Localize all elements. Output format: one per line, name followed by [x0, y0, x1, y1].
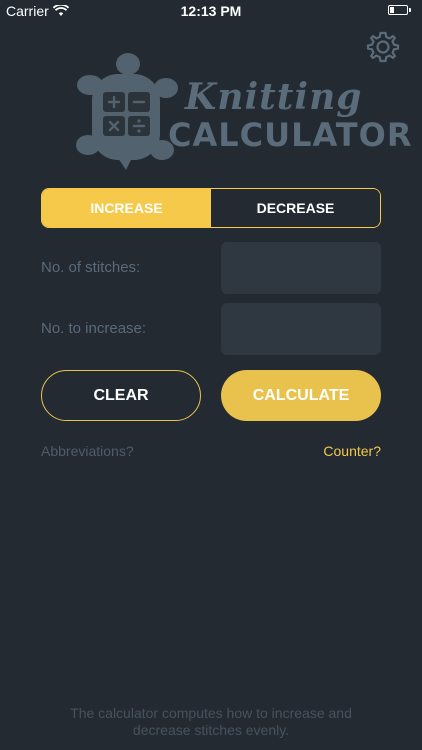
gear-icon[interactable]	[366, 30, 400, 64]
increase-count-label: No. to increase:	[41, 320, 147, 337]
increase-count-input[interactable]	[221, 303, 381, 355]
stitches-label: No. of stitches:	[41, 259, 141, 276]
turtle-calculator-icon	[76, 53, 178, 170]
status-time: 12:13 PM	[180, 3, 242, 19]
battery-icon	[388, 5, 411, 15]
abbreviations-link[interactable]: Abbreviations?	[41, 443, 134, 459]
logo-subtitle: CALCULATOR	[168, 116, 413, 154]
footer-line-2: decrease stitches evenly.	[132, 722, 290, 738]
footer-line-1: The calculator computes how to increase …	[70, 705, 352, 721]
decrease-tab[interactable]: DECREASE	[211, 189, 380, 227]
stitches-input[interactable]	[221, 242, 381, 294]
calculate-button[interactable]: CALCULATE	[221, 370, 381, 421]
logo-title: Knitting	[185, 76, 363, 118]
clear-button[interactable]: CLEAR	[41, 370, 201, 421]
increase-tab[interactable]: INCREASE	[42, 189, 211, 227]
status-bar: Carrier 12:13 PM	[0, 0, 422, 22]
counter-link[interactable]: Counter?	[323, 443, 381, 459]
footer-description: The calculator computes how to increase …	[0, 705, 422, 739]
mode-toggle: INCREASE DECREASE	[41, 188, 381, 228]
app-logo: Knitting CALCULATOR	[70, 50, 411, 172]
